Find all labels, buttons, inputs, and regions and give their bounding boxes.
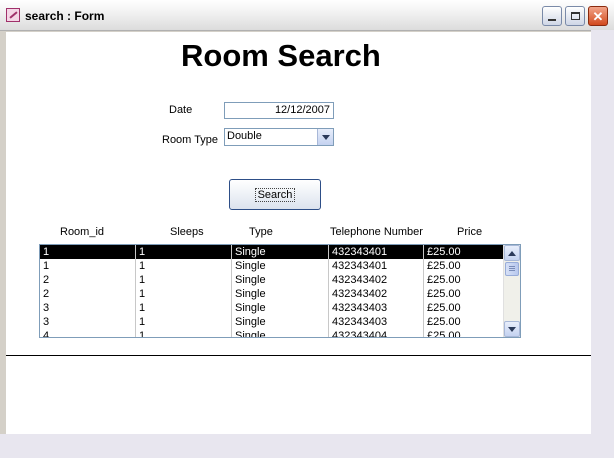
scroll-down-button[interactable] [504,321,520,337]
price-cell: £25.00 [423,315,503,329]
date-field[interactable]: 12/12/2007 [224,102,334,119]
price-cell: £25.00 [423,287,503,301]
results-scrollbar[interactable] [503,245,520,337]
maximize-icon [570,12,580,20]
window-title: search : Form [25,9,105,23]
room-id-cell: 3 [43,316,50,328]
column-header-type: Type [249,226,273,238]
type-cell: Single [231,287,328,301]
column-header-room-id: Room_id [60,226,105,238]
room-type-value: Double [227,130,262,142]
price-cell: £25.00 [423,329,503,337]
minimize-icon [548,19,556,21]
results-rows: 1 1 Single 432343401 £25.00 1 1 Single 432343401… [40,245,503,337]
table-row[interactable]: 3 1 Single 432343403 £25.00 [40,301,503,315]
table-row[interactable]: 2 1 Single 432343402 £25.00 [40,287,503,301]
sleeps-cell: 1 [135,315,231,329]
telephone-cell: 432343401 [328,259,423,273]
column-header-telephone: Telephone Number [330,226,423,238]
close-button[interactable]: ✕ [588,6,608,26]
room-id-cell: 1 [43,246,50,258]
search-button-label: Search [254,187,296,202]
scroll-thumb[interactable] [505,262,519,276]
type-cell: Single [231,315,328,329]
window-frame-right [591,30,614,458]
minimize-button[interactable] [542,6,562,26]
column-header-sleeps: Sleeps [170,226,204,238]
room-type-label: Room Type [162,134,219,146]
price-cell: £25.00 [423,259,503,273]
results-listbox[interactable]: 1 1 Single 432343401 £25.00 1 1 Single 432343401… [39,244,521,338]
table-row[interactable]: 2 1 Single 432343402 £25.00 [40,273,503,287]
sleeps-cell: 1 [135,245,231,259]
telephone-cell: 432343403 [328,315,423,329]
room-id-cell: 1 [43,260,50,272]
room-id-cell: 4 [43,330,50,337]
table-row[interactable]: 1 1 Single 432343401 £25.00 [40,245,503,259]
maximize-button[interactable] [565,6,585,26]
form-body: Room Search Date 12/12/2007 Room Type Do… [6,32,591,434]
price-cell: £25.00 [423,245,503,259]
room-id-cell: 2 [43,288,50,300]
access-form-icon[interactable] [6,8,20,22]
table-row[interactable]: 1 1 Single 432343401 £25.00 [40,259,503,273]
type-cell: Single [231,329,328,337]
table-row[interactable]: 4 1 Single 432343404 £25.00 [40,329,503,337]
type-cell: Single [231,301,328,315]
telephone-cell: 432343402 [328,287,423,301]
type-cell: Single [231,259,328,273]
close-icon: ✕ [592,8,604,24]
price-cell: £25.00 [423,301,503,315]
search-button[interactable]: Search [229,179,321,210]
sleeps-cell: 1 [135,329,231,337]
room-type-dropdown-button[interactable] [317,129,333,145]
price-cell: £25.00 [423,273,503,287]
room-type-select[interactable]: Double [224,128,334,146]
chevron-down-icon [508,326,516,332]
sleeps-cell: 1 [135,259,231,273]
window-frame-bottom [0,434,614,458]
column-header-price: Price [457,226,483,238]
sleeps-cell: 1 [135,287,231,301]
chevron-up-icon [508,250,516,256]
chevron-down-icon [321,134,330,140]
type-cell: Single [231,273,328,287]
telephone-cell: 432343401 [328,245,423,259]
room-id-cell: 2 [43,274,50,286]
sleeps-cell: 1 [135,301,231,315]
telephone-cell: 432343404 [328,329,423,337]
page-title: Room Search [181,38,381,73]
telephone-cell: 432343403 [328,301,423,315]
telephone-cell: 432343402 [328,273,423,287]
date-label: Date [169,104,193,116]
form-window: search : Form ✕ Room Search Date 12/12/2… [0,0,614,458]
scroll-up-button[interactable] [504,245,520,261]
type-cell: Single [231,245,328,259]
title-bar[interactable]: search : Form ✕ [0,0,614,31]
sleeps-cell: 1 [135,273,231,287]
room-id-cell: 3 [43,302,50,314]
section-divider [6,355,591,356]
table-row[interactable]: 3 1 Single 432343403 £25.00 [40,315,503,329]
